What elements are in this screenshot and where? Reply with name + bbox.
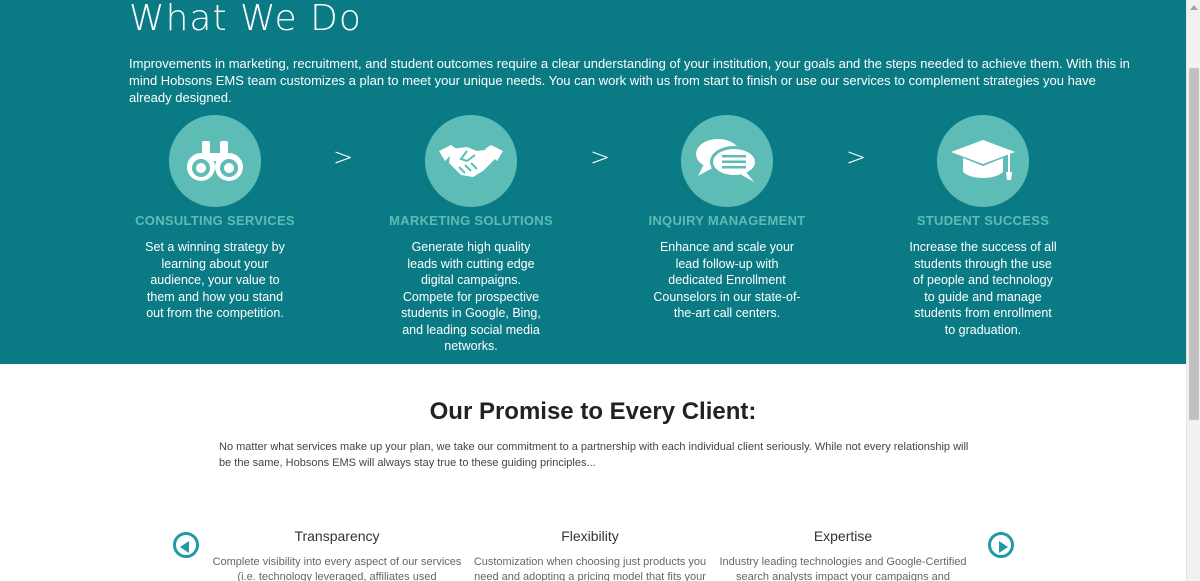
service-title: INQUIRY MANAGEMENT	[648, 213, 806, 228]
step-arrow: >	[846, 143, 867, 171]
binoculars-icon	[169, 115, 261, 207]
carousel-next-button[interactable]	[988, 532, 1014, 558]
handshake-icon	[425, 115, 517, 207]
service-title: CONSULTING SERVICES	[135, 213, 295, 228]
what-we-do-section: What We Do Improvements in marketing, re…	[0, 0, 1186, 364]
speech-bubbles-icon	[681, 115, 773, 207]
service-inquiry[interactable]: INQUIRY MANAGEMENT Enhance and scale you…	[627, 115, 827, 322]
promise-text: No matter what services make up your pla…	[219, 441, 969, 469]
service-consulting[interactable]: CONSULTING SERVICES Set a winning strate…	[115, 115, 315, 322]
arrow-right-icon	[999, 541, 1008, 553]
scroll-up-icon[interactable]	[1190, 5, 1198, 10]
promise-title: Our Promise to Every Client:	[429, 398, 757, 425]
intro-text: Improvements in marketing, recruitment, …	[129, 56, 1130, 105]
page-title: What We Do	[129, 0, 362, 39]
service-student-success[interactable]: STUDENT SUCCESS Increase the success of …	[883, 115, 1083, 338]
service-title: STUDENT SUCCESS	[916, 213, 1050, 228]
service-description: Generate high quality leads with cutting…	[401, 240, 541, 353]
service-title: MARKETING SOLUTIONS	[389, 213, 553, 228]
step-arrow: >	[590, 143, 611, 171]
scrollbar-thumb[interactable]	[1189, 68, 1199, 420]
arrow-left-icon	[180, 541, 189, 553]
principle-title: Flexibility	[561, 528, 619, 544]
principle-transparency: Transparency Complete visibility into ev…	[212, 528, 462, 581]
principle-text: Industry leading technologies and Google…	[719, 556, 967, 581]
service-description: Enhance and scale your lead follow-up wi…	[653, 240, 801, 320]
principle-flexibility: Flexibility Customization when choosing …	[465, 528, 715, 581]
principle-text: Customization when choosing just product…	[473, 556, 707, 581]
carousel-prev-button[interactable]	[173, 532, 199, 558]
service-description: Increase the success of all students thr…	[909, 240, 1057, 337]
principle-title: Expertise	[813, 528, 873, 544]
service-description: Set a winning strategy by learning about…	[145, 240, 285, 320]
graduation-cap-icon	[937, 115, 1029, 207]
vertical-scrollbar[interactable]	[1186, 0, 1200, 581]
principle-expertise: Expertise Industry leading technologies …	[718, 528, 968, 581]
principle-text: Complete visibility into every aspect of…	[212, 556, 462, 581]
principle-title: Transparency	[294, 528, 380, 544]
step-arrow: >	[333, 143, 354, 171]
service-marketing[interactable]: MARKETING SOLUTIONS Generate high qualit…	[371, 115, 571, 355]
